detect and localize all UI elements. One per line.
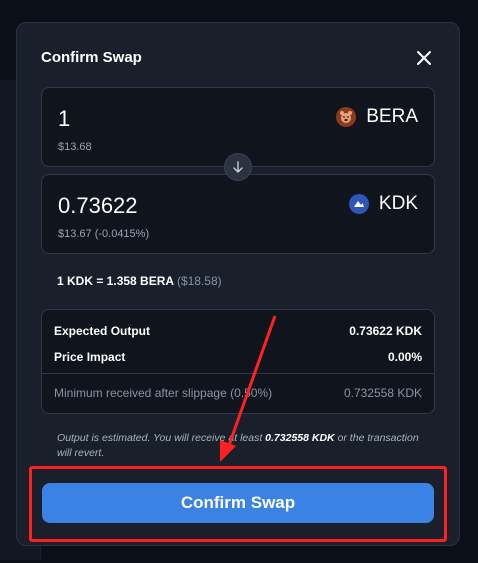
bear-token-icon [336, 107, 357, 127]
confirm-swap-modal: Confirm Swap 1 $13.68 BERA 0.73622 $13.6… [16, 22, 460, 546]
from-usd-value: $13.68 [58, 141, 92, 153]
to-usd-value: $13.67 (-0.0415%) [58, 228, 150, 240]
swap-details-box: Expected Output 0.73622 KDK Price Impact… [41, 309, 435, 414]
price-impact-row: Price Impact 0.00% [54, 350, 422, 364]
price-impact-value: 0.00% [387, 350, 422, 364]
from-token-symbol: BERA [366, 106, 418, 127]
kdk-token-icon [348, 194, 369, 214]
modal-title: Confirm Swap [41, 49, 142, 66]
minimum-received-row: Minimum received after slippage (0.50%) … [54, 386, 422, 400]
to-token-symbol: KDK [378, 193, 418, 214]
note-amount: 0.732558 KDK [265, 432, 335, 444]
details-divider [42, 373, 434, 374]
note-prefix: Output is estimated. You will receive at… [57, 432, 266, 444]
close-icon[interactable] [415, 49, 433, 67]
confirm-swap-button[interactable]: Confirm Swap [42, 483, 434, 523]
rate-text: 1 KDK = 1.358 BERA [57, 274, 174, 288]
to-token: KDK [348, 193, 418, 215]
from-amount: 1 [58, 106, 71, 131]
to-token-box: 0.73622 $13.67 (-0.0415%) KDK [41, 174, 435, 254]
rate-usd: ($18.58) [176, 274, 222, 288]
from-token: BERA [336, 106, 418, 128]
confirm-highlight-box: Confirm Swap [29, 466, 447, 542]
expected-output-label: Expected Output [54, 324, 151, 338]
to-amount: 0.73622 [58, 193, 138, 218]
swap-direction-button[interactable] [224, 153, 252, 181]
minimum-received-label: Minimum received after slippage (0.50%) [54, 386, 273, 400]
arrow-down-icon [233, 161, 243, 173]
minimum-received-value: 0.732558 KDK [343, 386, 422, 400]
exchange-rate: 1 KDK = 1.358 BERA ($18.58) [57, 274, 222, 288]
estimate-note: Output is estimated. You will receive at… [57, 431, 427, 461]
expected-output-value: 0.73622 KDK [349, 324, 422, 338]
expected-output-row: Expected Output 0.73622 KDK [54, 324, 422, 338]
price-impact-label: Price Impact [54, 350, 126, 364]
